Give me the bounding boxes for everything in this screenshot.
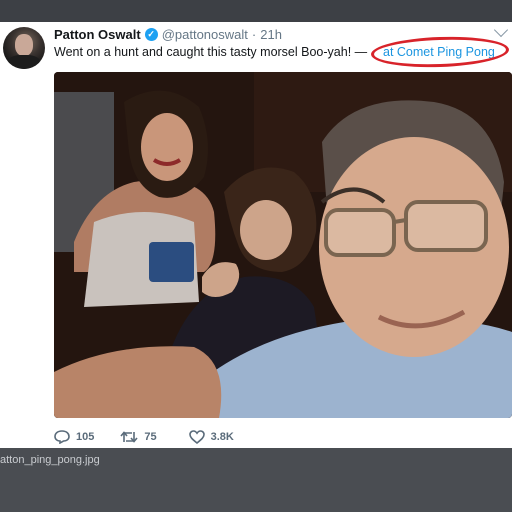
heart-icon (188, 430, 205, 444)
verified-badge-icon: ✓ (144, 27, 158, 41)
user-handle[interactable]: @pattonoswalt (162, 27, 248, 42)
tweet-timestamp[interactable]: 21h (260, 27, 282, 42)
avatar-shirt (7, 55, 41, 69)
like-button[interactable]: 3.8K (188, 430, 234, 444)
chevron-down-icon[interactable] (493, 22, 509, 38)
retweet-icon (120, 431, 138, 443)
retweet-button[interactable]: 75 (120, 430, 157, 444)
red-highlight-circle (370, 34, 510, 70)
tweet-text: Went on a hunt and caught this tasty mor… (54, 45, 368, 59)
header-separator: · (251, 26, 257, 42)
avatar[interactable] (3, 27, 45, 69)
tweet-photo[interactable] (54, 72, 512, 418)
top-strip (0, 0, 512, 22)
like-count: 3.8K (210, 431, 234, 443)
attachment-filename[interactable]: atton_ping_pong.jpg (0, 454, 100, 466)
photo-scene (54, 72, 512, 418)
retweet-count: 75 (144, 431, 157, 443)
tweet-card: Patton Oswalt ✓ @pattonoswalt · 21h Went… (0, 22, 512, 448)
display-name[interactable]: Patton Oswalt (54, 27, 141, 42)
tweet-header: Patton Oswalt ✓ @pattonoswalt · 21h (54, 25, 282, 43)
reply-count: 105 (76, 431, 95, 443)
avatar-face (15, 34, 33, 56)
tweet-action-bar: 105 75 3.8K (54, 428, 234, 446)
reply-icon (54, 430, 70, 444)
reply-button[interactable]: 105 (54, 430, 94, 444)
